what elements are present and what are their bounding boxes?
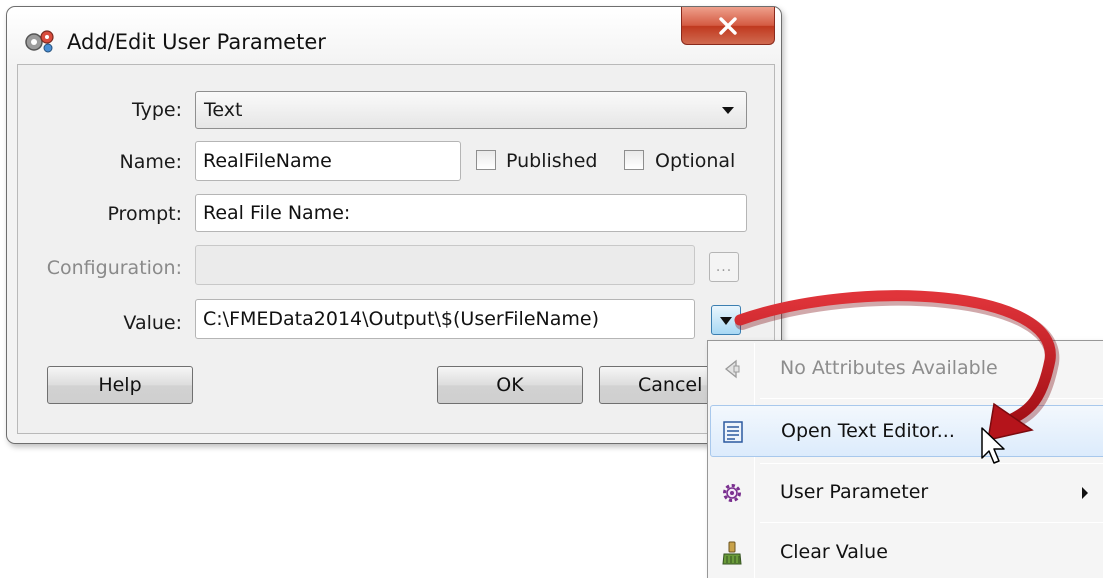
red-curved-arrow bbox=[734, 290, 1060, 441]
annotation-overlay bbox=[734, 290, 1060, 464]
